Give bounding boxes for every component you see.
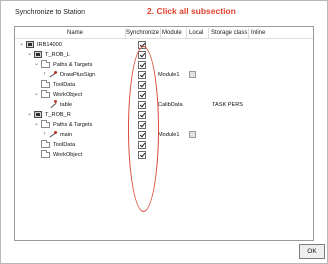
collapse-icon[interactable]: ⌄	[33, 91, 40, 98]
ok-button[interactable]: OK	[299, 244, 325, 259]
robot-icon	[26, 41, 34, 48]
row-label: main	[60, 132, 73, 138]
robot-task-icon	[34, 111, 42, 118]
tree-row-paths-targets[interactable]: ⌄ Paths & Targets	[15, 120, 313, 130]
row-label: ToolData	[53, 142, 76, 148]
column-divider[interactable]	[160, 28, 161, 38]
tree-row-t-rob-r[interactable]: ⌄ T_ROB_R	[15, 110, 313, 120]
folder-icon	[41, 60, 50, 68]
collapse-icon[interactable]: ⌄	[33, 121, 40, 128]
collapse-icon[interactable]: ⌄	[26, 51, 33, 58]
row-label: table	[60, 102, 73, 108]
row-label: Paths & Targets	[53, 122, 93, 128]
folder-icon	[41, 120, 50, 128]
column-header-inline[interactable]: Inline	[251, 30, 265, 36]
tree-row-irb14000[interactable]: ⌄ IRB14000	[15, 40, 313, 50]
column-divider[interactable]	[248, 28, 249, 38]
column-header-synchronize[interactable]: Synchronize	[126, 30, 159, 36]
column-header-module[interactable]: Module	[162, 30, 182, 36]
tree-table: Name Synchronize Module Local Storage cl…	[14, 26, 314, 241]
column-divider[interactable]	[208, 28, 209, 38]
expand-icon[interactable]: ›	[41, 131, 48, 138]
local-checkbox[interactable]	[189, 71, 196, 78]
tree-row-table[interactable]: table CalibData TASK PERS	[15, 100, 313, 110]
highlight-oval	[128, 46, 159, 212]
collapse-icon[interactable]: ⌄	[26, 111, 33, 118]
tree-row-workobject[interactable]: WorkObject	[15, 150, 313, 160]
row-label: WorkObject	[53, 92, 83, 98]
table-header: Name Synchronize Module Local Storage cl…	[15, 27, 313, 39]
synchronize-dialog: Synchronize to Station 2. Click all subs…	[0, 0, 328, 264]
tree-row-paths-targets[interactable]: ⌄ Paths & Targets	[15, 60, 313, 70]
folder-icon	[41, 140, 50, 148]
column-divider[interactable]	[125, 28, 126, 38]
row-label: ToolData	[53, 82, 76, 88]
storage-class-value: TASK PERS	[212, 102, 243, 108]
row-label: T_ROB_R	[45, 112, 71, 118]
tree-row-main[interactable]: › main Module1	[15, 130, 313, 140]
row-label: Paths & Targets	[53, 62, 93, 68]
annotation-text: 2. Click all subsection	[147, 6, 236, 16]
tree-row-tooldata[interactable]: ToolData	[15, 140, 313, 150]
row-label: DrawPlusSign	[60, 72, 96, 78]
tree-row-workobject[interactable]: ⌄ WorkObject	[15, 90, 313, 100]
robot-task-icon	[34, 51, 42, 58]
row-label: WorkObject	[53, 152, 83, 158]
row-label: T_ROB_L	[45, 52, 70, 58]
tree-row-drawplussign[interactable]: › DrawPlusSign Module1	[15, 70, 313, 80]
tree-row-t-rob-l[interactable]: ⌄ T_ROB_L	[15, 50, 313, 60]
folder-icon	[41, 80, 50, 88]
row-label: IRB14000	[37, 42, 62, 48]
local-checkbox[interactable]	[189, 131, 196, 138]
expand-icon[interactable]: ›	[41, 71, 48, 78]
folder-icon	[41, 150, 50, 158]
tree-row-tooldata[interactable]: ToolData	[15, 80, 313, 90]
column-header-storage-class[interactable]: Storage class	[211, 30, 247, 36]
column-header-name[interactable]: Name	[67, 30, 83, 36]
module-value: Module1	[158, 132, 180, 138]
dialog-title: Synchronize to Station	[15, 9, 86, 16]
workobject-icon	[49, 100, 58, 109]
collapse-icon[interactable]: ⌄	[33, 61, 40, 68]
column-header-local[interactable]: Local	[189, 30, 203, 36]
module-value: Module1	[158, 72, 180, 78]
column-divider[interactable]	[186, 28, 187, 38]
path-icon	[49, 71, 58, 79]
module-value: CalibData	[158, 102, 183, 108]
path-icon	[49, 131, 58, 139]
collapse-icon[interactable]: ⌄	[18, 41, 25, 48]
folder-icon	[41, 90, 50, 98]
